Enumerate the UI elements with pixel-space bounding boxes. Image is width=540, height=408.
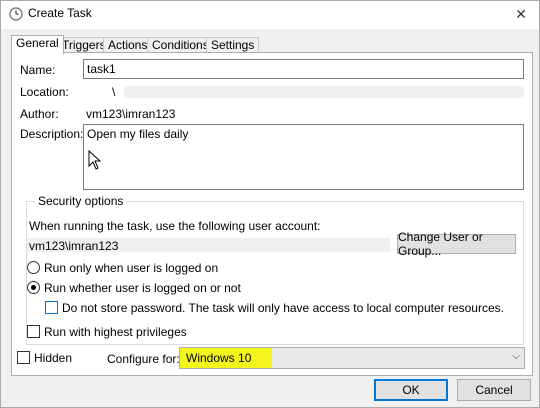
no-store-password-label[interactable]: Do not store password. The task will onl… — [62, 301, 504, 315]
tab-conditions[interactable]: Conditions — [147, 37, 214, 53]
account-value: vm123\imran123 — [29, 239, 119, 253]
create-task-dialog: Create Task ✕ General Triggers Actions C… — [0, 0, 540, 408]
title-bar: Create Task ✕ — [1, 1, 539, 29]
radio-logged-on-or-not-label[interactable]: Run whether user is logged on or not — [44, 281, 241, 295]
name-field[interactable]: task1 — [83, 59, 524, 79]
configure-for-label: Configure for: — [107, 352, 180, 366]
mouse-cursor-icon — [88, 150, 102, 170]
highest-privileges-label[interactable]: Run with highest privileges — [44, 325, 187, 339]
hidden-checkbox[interactable] — [17, 351, 30, 364]
security-options-title: Security options — [35, 194, 127, 208]
tab-actions[interactable]: Actions — [103, 37, 153, 53]
description-field[interactable]: Open my files daily — [83, 124, 524, 190]
window-title: Create Task — [28, 6, 92, 20]
radio-logged-on-or-not[interactable] — [27, 281, 40, 294]
cancel-button[interactable]: Cancel — [457, 379, 531, 401]
configure-for-select[interactable]: Windows 10 ⌵ — [179, 347, 525, 369]
location-value: \ — [112, 85, 116, 99]
radio-logged-on[interactable] — [27, 261, 40, 274]
name-label: Name: — [20, 63, 56, 77]
highest-privileges-checkbox[interactable] — [27, 325, 40, 338]
hidden-label[interactable]: Hidden — [34, 351, 72, 365]
chevron-down-icon[interactable]: ⌵ — [512, 351, 520, 362]
general-panel: Name: task1 Location: \ Author: vm123\im… — [11, 52, 533, 376]
configure-for-value: Windows 10 — [186, 351, 252, 365]
author-label: Author: — [20, 107, 59, 121]
location-label: Location: — [20, 85, 69, 99]
tab-general[interactable]: General — [11, 35, 64, 54]
account-prompt: When running the task, use the following… — [29, 219, 321, 233]
description-label: Description: — [20, 127, 84, 141]
security-options-group: Security options When running the task, … — [26, 194, 524, 345]
location-readonly-bar — [124, 86, 524, 98]
author-value: vm123\imran123 — [86, 107, 176, 121]
change-user-button[interactable]: Change User or Group... — [397, 230, 516, 258]
no-store-password-checkbox[interactable] — [45, 301, 58, 314]
tab-settings[interactable]: Settings — [206, 37, 260, 53]
task-clock-icon — [9, 7, 23, 21]
radio-logged-on-label[interactable]: Run only when user is logged on — [44, 261, 218, 275]
close-icon[interactable]: ✕ — [503, 1, 539, 27]
ok-button[interactable]: OK — [374, 379, 448, 401]
